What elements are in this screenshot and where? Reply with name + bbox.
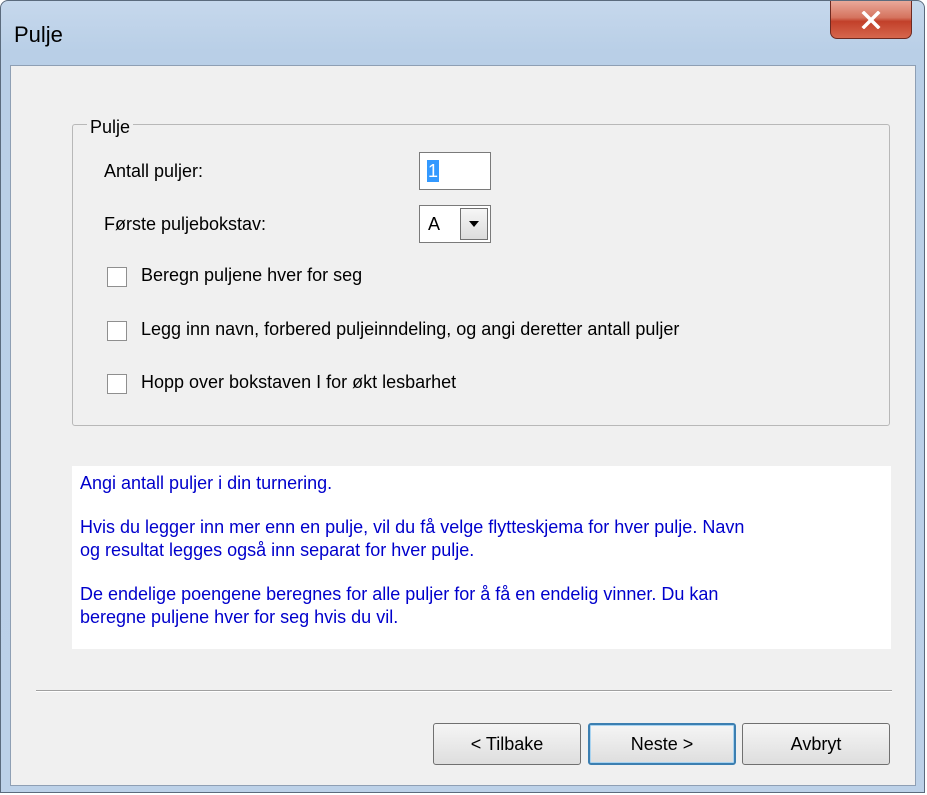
dropdown-button[interactable] — [460, 208, 488, 240]
info-line: De endelige poengene beregnes for alle p… — [80, 584, 719, 604]
pool-count-label: Antall puljer: — [104, 161, 204, 181]
info-line: beregne puljene hver for seg hvis du vil… — [80, 607, 399, 627]
skip-letter-i-checkbox[interactable] — [107, 374, 127, 394]
info-line: Hvis du legger inn mer enn en pulje, vil… — [80, 517, 745, 537]
pool-count-input[interactable]: 1 — [419, 152, 491, 190]
first-letter-value: A — [428, 214, 441, 234]
calc-separately-checkbox[interactable] — [107, 267, 127, 287]
dialog-client-area: Pulje Antall puljer: 1 Første puljebokst… — [10, 65, 916, 786]
prepare-pools-checkbox[interactable] — [107, 321, 127, 341]
first-letter-select[interactable]: A — [419, 205, 491, 243]
info-line: Angi antall puljer i din turnering. — [80, 473, 333, 493]
skip-letter-i-label: Hopp over bokstaven I for økt lesbarhet — [141, 372, 457, 392]
first-letter-label: Første puljebokstav: — [104, 214, 267, 234]
title-bar[interactable]: Pulje — [1, 1, 924, 65]
close-button[interactable] — [830, 1, 912, 39]
chevron-down-icon — [469, 221, 479, 227]
pool-count-value: 1 — [427, 160, 440, 182]
info-panel: Angi antall puljer i din turnering. Hvis… — [72, 466, 891, 649]
separator — [36, 690, 892, 692]
prepare-pools-label: Legg inn navn, forbered puljeinndeling, … — [141, 319, 680, 339]
next-button[interactable]: Neste > — [588, 723, 736, 765]
dialog-window: Pulje Pulje Antall puljer: 1 Første pulj… — [0, 0, 925, 793]
cancel-button[interactable]: Avbryt — [742, 723, 890, 765]
calc-separately-label: Beregn puljene hver for seg — [141, 265, 363, 285]
groupbox-legend: Pulje — [87, 117, 134, 138]
info-line: og resultat legges også inn separat for … — [80, 540, 475, 560]
close-icon — [861, 10, 881, 29]
back-button[interactable]: < Tilbake — [433, 723, 581, 765]
window-title: Pulje — [14, 22, 63, 47]
